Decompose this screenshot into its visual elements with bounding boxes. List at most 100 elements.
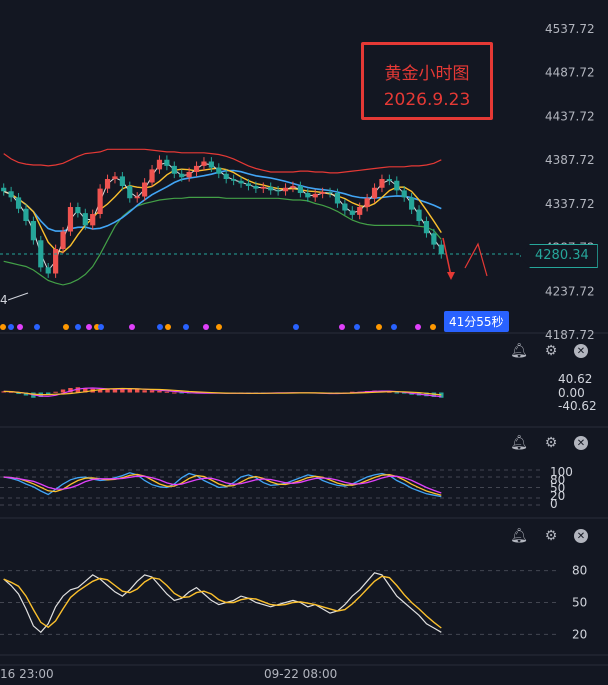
macd-tick-label: 0.00 xyxy=(558,386,585,400)
signal-dot xyxy=(183,324,189,330)
candle-body xyxy=(312,193,318,198)
candle-body xyxy=(268,186,274,191)
close-icon[interactable]: ✕ xyxy=(574,529,588,543)
price-tick-label: 4487.72 xyxy=(545,66,595,80)
candle-body xyxy=(142,182,148,197)
signal-dot xyxy=(203,324,209,330)
close-icon[interactable]: ✕ xyxy=(574,436,588,450)
kdj-k-line xyxy=(3,473,442,496)
candle-body xyxy=(67,207,74,232)
gear-icon[interactable]: ⚙ xyxy=(542,342,560,360)
signal-dot xyxy=(0,324,6,330)
bell-icon[interactable]: 🔔︎ xyxy=(510,527,528,545)
candle-body xyxy=(320,192,326,194)
signal-dot xyxy=(376,324,382,330)
rsi-slow-line xyxy=(3,575,442,629)
rsi-tick-label: 20 xyxy=(572,627,587,641)
candle-body xyxy=(216,167,222,174)
forecast-arrowhead xyxy=(447,272,455,280)
rsi-tick-label: 80 xyxy=(572,564,587,578)
candle-body xyxy=(75,207,81,214)
forecast-zigzag xyxy=(464,242,488,277)
candle-body xyxy=(438,244,444,255)
candle-body xyxy=(119,176,125,187)
macd-tick-label: 40.62 xyxy=(558,372,592,386)
signal-dot xyxy=(339,324,345,330)
signal-dot xyxy=(86,324,92,330)
candle-body xyxy=(82,213,88,226)
gear-icon[interactable]: ⚙ xyxy=(542,527,560,545)
close-icon[interactable]: ✕ xyxy=(574,344,588,358)
kdj-pane-toolbar: 🔔︎ ⚙ ✕ xyxy=(510,434,588,452)
macd-pane-toolbar: 🔔︎ ⚙ ✕ xyxy=(510,342,588,360)
candle-body xyxy=(208,161,214,168)
macd-histogram-bar xyxy=(142,390,147,393)
candle-body xyxy=(53,249,59,274)
macd-histogram-bar xyxy=(134,389,140,393)
candle-body xyxy=(164,159,170,166)
candle-body xyxy=(409,197,415,210)
candle-body xyxy=(342,203,348,211)
candle-body xyxy=(171,165,177,174)
macd-histogram-bar xyxy=(53,391,58,393)
candle-body xyxy=(45,267,51,274)
price-tick-label: 4537.72 xyxy=(545,22,595,36)
candle-body xyxy=(231,179,237,181)
forecast-arrow xyxy=(442,237,452,277)
signal-dot xyxy=(293,324,299,330)
candle-body xyxy=(223,173,229,180)
candle-body xyxy=(260,186,266,189)
candle-body xyxy=(290,186,296,188)
macd-histogram-bar xyxy=(105,389,110,393)
bar-countdown: 41分55秒 xyxy=(444,311,509,332)
macd-tick-label: -40.62 xyxy=(558,399,597,413)
candle-body xyxy=(201,161,207,166)
candle-body xyxy=(156,159,163,170)
candle-body xyxy=(275,190,281,192)
candle-body xyxy=(416,209,422,222)
gear-icon[interactable]: ⚙ xyxy=(542,434,560,452)
rsi-fast-line xyxy=(3,572,442,634)
candle-body xyxy=(349,210,355,215)
time-axis-label: 16 23:00 xyxy=(0,667,54,681)
candle-body xyxy=(431,233,437,245)
signal-dot xyxy=(216,324,222,330)
macd-histogram-bar xyxy=(172,392,177,394)
signal-dot xyxy=(17,324,23,330)
candle-body xyxy=(364,198,370,208)
annotation-box: 黄金小时图 2026.9.23 xyxy=(361,42,493,120)
candle-body xyxy=(127,186,133,199)
bell-icon[interactable]: 🔔︎ xyxy=(510,342,528,360)
signal-dot xyxy=(415,324,421,330)
price-tick-label: 4237.72 xyxy=(545,284,595,298)
signal-dot xyxy=(75,324,81,330)
candle-body xyxy=(149,169,155,183)
last-price-tag: 4280.34 xyxy=(520,244,598,268)
signal-dot xyxy=(129,324,135,330)
macd-histogram-bar xyxy=(60,389,66,393)
time-axis-label: 09-22 08:00 xyxy=(264,667,337,681)
signal-dot xyxy=(98,324,104,330)
candle-body xyxy=(253,186,259,189)
signal-dot xyxy=(165,324,171,330)
signal-dot xyxy=(391,324,397,330)
candle-body xyxy=(297,186,303,194)
candle-body xyxy=(334,193,341,204)
signal-dot xyxy=(34,324,40,330)
candle-body xyxy=(112,176,118,180)
candle-body xyxy=(134,196,140,199)
candle-body xyxy=(386,179,392,181)
annotation-title: 黄金小时图 xyxy=(384,64,470,84)
candle-body xyxy=(179,173,185,178)
candle-body xyxy=(327,192,333,194)
left-label-pointer xyxy=(7,292,29,301)
bell-icon[interactable]: 🔔︎ xyxy=(510,434,528,452)
price-tick-label: 4187.72 xyxy=(545,328,595,342)
rsi-tick-label: 50 xyxy=(572,596,587,610)
candle-body xyxy=(238,180,244,184)
rsi-pane-toolbar: 🔔︎ ⚙ ✕ xyxy=(510,527,588,545)
candle-body xyxy=(60,231,66,250)
candle-body xyxy=(1,187,7,192)
candle-body xyxy=(423,221,430,234)
left-label-fragment: 4 xyxy=(0,293,8,307)
